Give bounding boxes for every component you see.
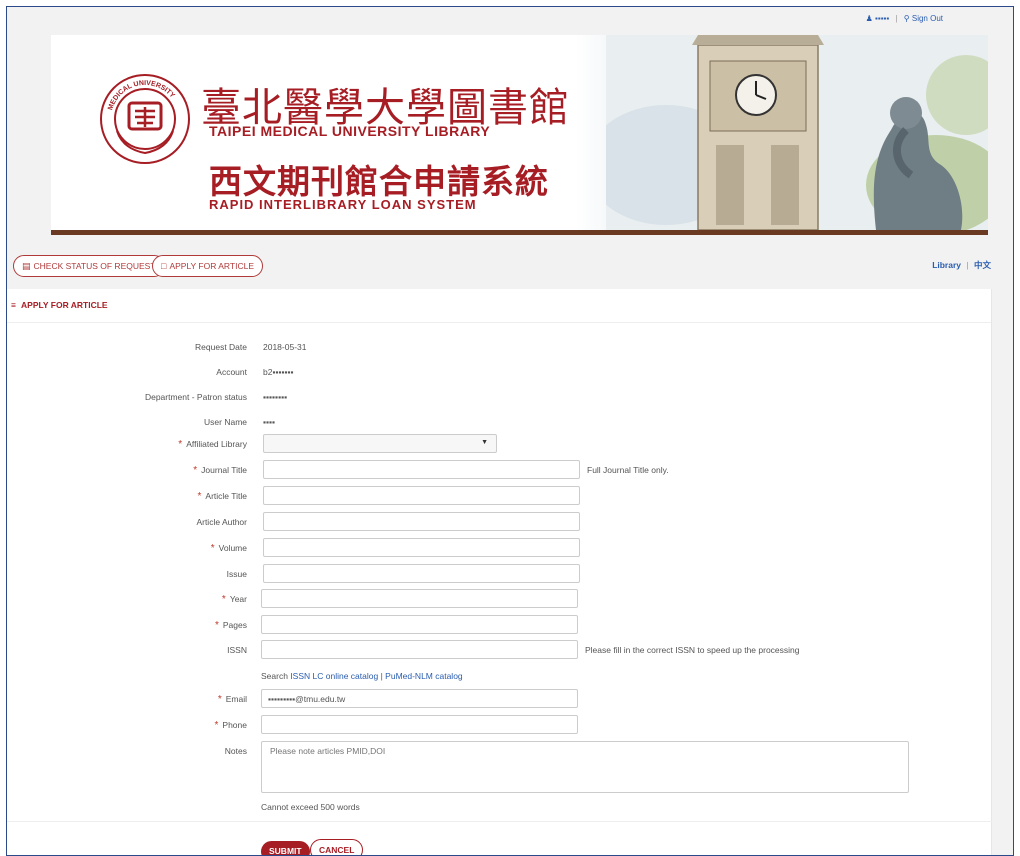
article-title-row: * Article Title xyxy=(7,486,992,506)
department-label: Department - Patron status xyxy=(144,392,247,402)
volume-label: * Volume xyxy=(210,543,247,554)
request-date-value: 2018-05-31 xyxy=(263,342,307,352)
issue-row: Issue xyxy=(7,564,992,584)
separator: | xyxy=(380,671,383,681)
request-date-label: Request Date xyxy=(195,342,247,352)
library-link[interactable]: Library xyxy=(932,260,961,270)
pages-input[interactable] xyxy=(261,615,578,634)
issn-hint: Please fill in the correct ISSN to speed… xyxy=(585,645,800,655)
issue-input[interactable] xyxy=(263,564,580,583)
key-icon: ⚲ xyxy=(903,14,910,23)
university-seal-logo: MEDICAL UNIVERSITY xyxy=(100,74,190,164)
user-icon: ♟ xyxy=(865,14,873,23)
email-input[interactable] xyxy=(261,689,578,708)
pubmed-catalog-link[interactable]: PuMed-NLM catalog xyxy=(385,671,462,681)
volume-row: * Volume xyxy=(7,538,992,558)
email-row: * Email xyxy=(7,689,992,709)
separator: | xyxy=(895,14,898,23)
check-status-label: CHECK STATUS OF REQUEST xyxy=(33,261,156,271)
notes-textarea[interactable] xyxy=(261,741,909,793)
journal-title-label: * Journal Title xyxy=(193,465,247,476)
library-banner: MEDICAL UNIVERSITY 臺北醫學大學圖書館 TAIPEI MEDI… xyxy=(51,35,988,235)
clock-tower-thinker-illustration xyxy=(606,35,988,230)
notes-hint: Cannot exceed 500 words xyxy=(261,802,360,812)
chinese-language-link[interactable]: 中文 xyxy=(974,260,991,270)
issn-lc-catalog-link[interactable]: ISSN LC online catalog xyxy=(290,671,378,681)
panel-title: APPLY FOR ARTICLE xyxy=(21,300,108,310)
notes-label: Notes xyxy=(224,746,247,756)
issn-input[interactable] xyxy=(261,640,578,659)
sliders-icon: ≡ xyxy=(11,300,16,310)
year-row: * Year xyxy=(7,589,992,609)
pages-label: * Pages xyxy=(214,620,247,631)
form-divider xyxy=(7,821,992,822)
pages-row: * Pages xyxy=(7,615,992,635)
article-title-label: * Article Title xyxy=(197,491,247,502)
journal-title-row: * Journal Title Full Journal Title only. xyxy=(7,460,992,480)
article-author-label: Article Author xyxy=(196,517,247,527)
sign-out-link[interactable]: Sign Out xyxy=(912,14,943,23)
system-title-zh: 西文期刊館合申請系統 xyxy=(209,162,549,201)
article-author-input[interactable] xyxy=(263,512,580,531)
user-name-row: User Name ▪▪▪▪ xyxy=(7,412,992,432)
apply-form-panel: ≡ APPLY FOR ARTICLE Request Date 2018-05… xyxy=(7,289,992,855)
notes-row: Notes xyxy=(7,741,992,797)
affiliated-library-select[interactable]: ▼ xyxy=(263,434,497,453)
user-name-label: User Name xyxy=(204,417,247,427)
journal-title-input[interactable] xyxy=(263,460,580,479)
top-links: Library | 中文 xyxy=(932,259,991,271)
system-title-en: RAPID INTERLIBRARY LOAN SYSTEM xyxy=(209,197,477,212)
notes-hint-row: Cannot exceed 500 words xyxy=(7,797,992,817)
apply-for-article-label: APPLY FOR ARTICLE xyxy=(169,261,254,271)
article-title-input[interactable] xyxy=(263,486,580,505)
issn-row: ISSN Please fill in the correct ISSN to … xyxy=(7,640,992,660)
app-frame: ♟ ▪▪▪▪▪ | ⚲ Sign Out MEDICAL UNIVERSITY … xyxy=(6,6,1014,856)
phone-row: * Phone xyxy=(7,715,992,735)
phone-input[interactable] xyxy=(261,715,578,734)
search-catalog-links: Search ISSN LC online catalog | PuMed-NL… xyxy=(261,671,463,681)
panel-header: ≡ APPLY FOR ARTICLE xyxy=(7,289,991,323)
journal-title-hint: Full Journal Title only. xyxy=(587,465,669,475)
search-catalog-row: Search ISSN LC online catalog | PuMed-NL… xyxy=(7,666,992,686)
user-bar: ♟ ▪▪▪▪▪ | ⚲ Sign Out xyxy=(866,14,943,23)
list-icon: ▤ xyxy=(22,261,31,271)
account-row: Account b2▪▪▪▪▪▪▪ xyxy=(7,362,992,382)
cancel-button[interactable]: CANCEL xyxy=(310,839,364,855)
affiliated-library-label: * Affiliated Library xyxy=(178,439,247,450)
department-row: Department - Patron status ▪▪▪▪▪▪▪▪ xyxy=(7,387,992,407)
required-mark: * xyxy=(178,439,183,450)
department-value: ▪▪▪▪▪▪▪▪ xyxy=(263,392,288,402)
phone-label: * Phone xyxy=(214,720,248,731)
issue-label: Issue xyxy=(226,569,247,579)
year-input[interactable] xyxy=(261,589,578,608)
library-title-en: TAIPEI MEDICAL UNIVERSITY LIBRARY xyxy=(209,123,491,139)
user-name-value: ▪▪▪▪ xyxy=(263,417,276,427)
apply-for-article-button[interactable]: □ APPLY FOR ARTICLE xyxy=(152,255,263,277)
request-date-row: Request Date 2018-05-31 xyxy=(7,337,992,357)
caret-down-icon: ▼ xyxy=(481,439,488,446)
account-label: Account xyxy=(216,367,247,377)
submit-button[interactable]: SUBMIT xyxy=(261,841,310,855)
article-author-row: Article Author xyxy=(7,512,992,532)
account-value: b2▪▪▪▪▪▪▪ xyxy=(263,367,294,377)
volume-input[interactable] xyxy=(263,538,580,557)
affiliated-library-row: * Affiliated Library ▼ xyxy=(7,434,992,454)
search-prefix: Search xyxy=(261,671,288,681)
document-icon: □ xyxy=(161,261,167,271)
check-status-button[interactable]: ▤ CHECK STATUS OF REQUEST xyxy=(13,255,165,277)
user-name[interactable]: ▪▪▪▪▪ xyxy=(875,14,889,23)
email-label: * Email xyxy=(217,694,247,705)
year-label: * Year xyxy=(221,594,247,605)
separator: | xyxy=(966,260,969,270)
issn-label: ISSN xyxy=(227,645,247,655)
